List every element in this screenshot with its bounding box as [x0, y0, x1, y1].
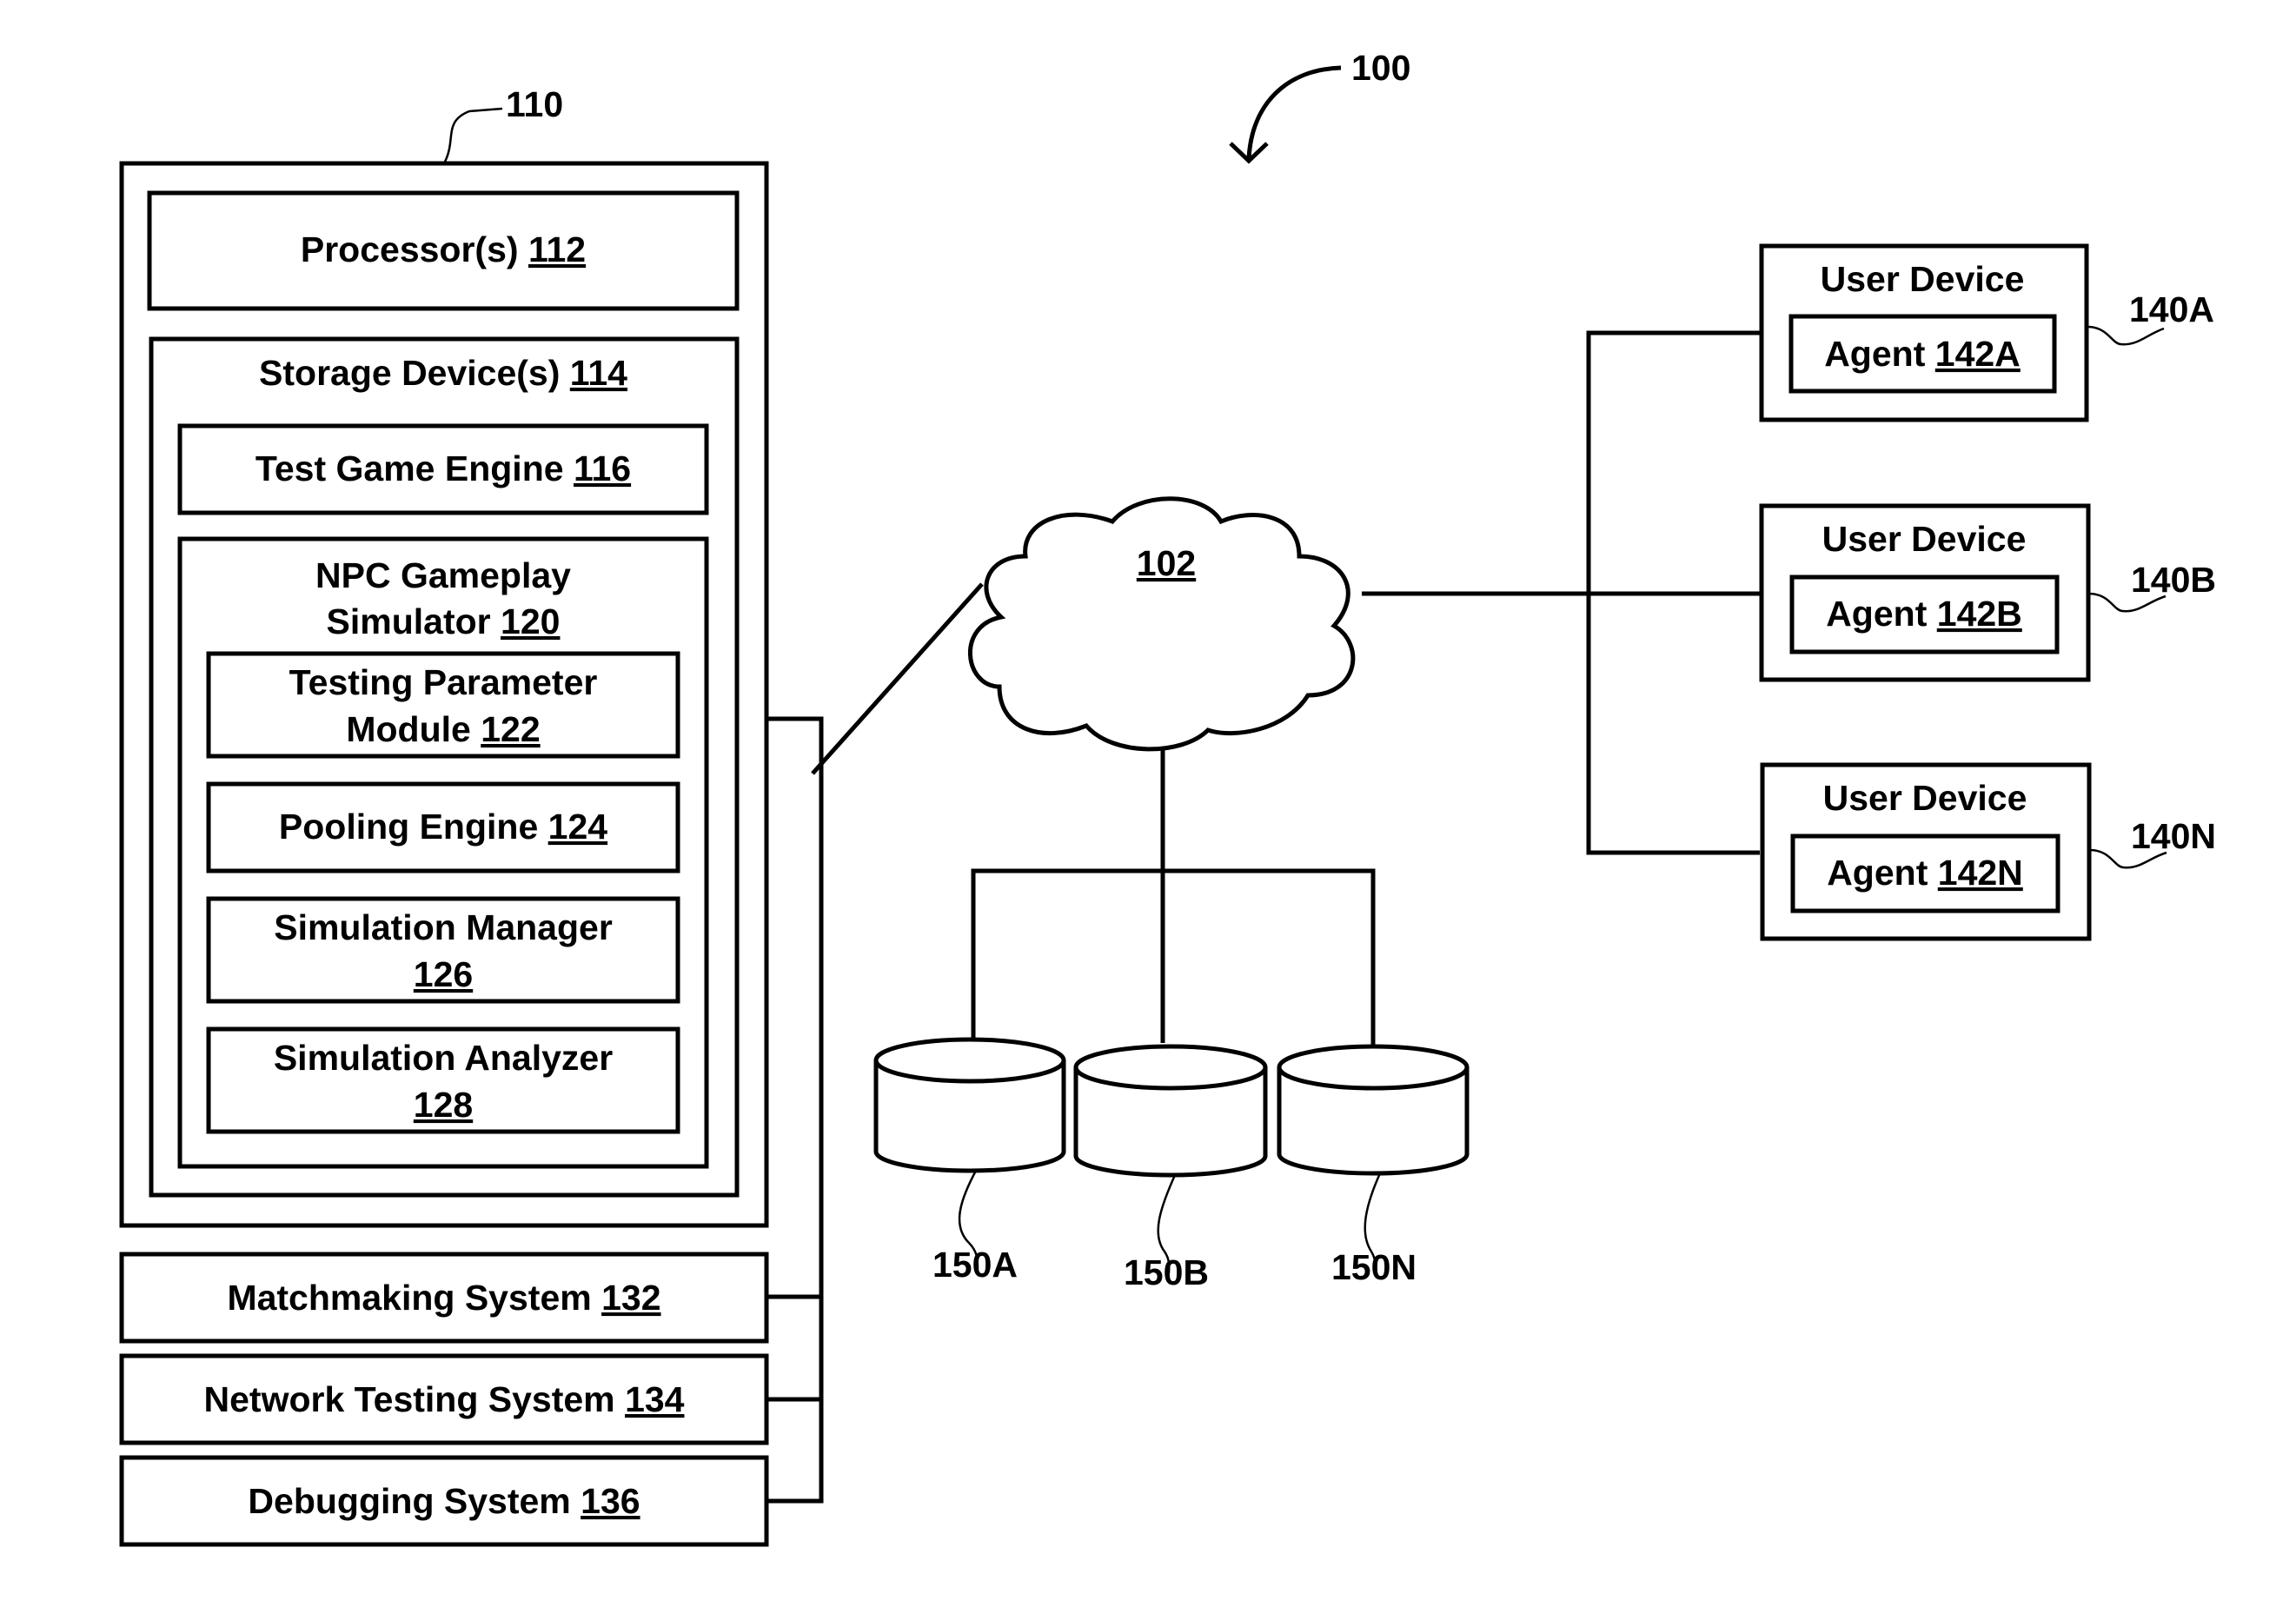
- device-ref-label: 140A: [2129, 289, 2214, 329]
- device-connections: [1362, 330, 1760, 855]
- database-top: [1073, 1044, 1268, 1091]
- device-ref-label: 140B: [2131, 560, 2216, 600]
- user-device-label: User Device: [1823, 778, 2027, 818]
- database-top: [1277, 1044, 1470, 1091]
- agent-label: Agent 142B: [1826, 594, 2022, 634]
- test-game-engine-label: Test Game Engine 116: [255, 448, 631, 488]
- pooling-engine-label: Pooling Engine 124: [279, 807, 607, 847]
- npc-simulator-label-line1: NPC Gameplay: [315, 555, 571, 595]
- server-leader-line: [443, 107, 503, 163]
- database-150n: 150N: [1277, 1044, 1470, 1287]
- server-110: 110 Processor(s) 112 Storage Device(s) 1…: [119, 84, 769, 1228]
- simulation-analyzer-ref: 128: [414, 1085, 473, 1125]
- simulation-manager-label: Simulation Manager: [274, 907, 613, 947]
- debugging-system-label: Debugging System 136: [248, 1481, 640, 1521]
- systems-group: Matchmaking System 132 Network Testing S…: [119, 1252, 769, 1547]
- agent-label: Agent 142N: [1827, 853, 2023, 893]
- network-testing-system-label: Network Testing System 134: [204, 1379, 685, 1419]
- system-diagram: 100 110 Processor(s) 112 Storage Device(…: [119, 48, 2216, 1547]
- testing-parameter-label-line1: Testing Parameter: [289, 662, 598, 702]
- testing-parameter-label-line2: Module 122: [346, 709, 540, 749]
- npc-simulator-label-line2: Simulator 120: [327, 601, 561, 641]
- database-top: [873, 1037, 1066, 1084]
- figure-ref-label: 100: [1351, 48, 1410, 88]
- device-leader-line: [2087, 325, 2165, 346]
- device-ref-label: 140N: [2131, 816, 2216, 856]
- user-device-140a: User Device Agent 142A 140A: [1759, 243, 2214, 422]
- database-150a: 150A: [873, 1037, 1066, 1285]
- database-ref-label: 150B: [1124, 1252, 1209, 1292]
- simulation-analyzer-label: Simulation Analyzer: [274, 1038, 613, 1078]
- figure-ref-100: 100: [1229, 48, 1410, 164]
- storage-label: Storage Device(s) 114: [259, 353, 627, 393]
- database-ref-label: 150N: [1331, 1247, 1417, 1287]
- processor-label: Processor(s) 112: [301, 229, 586, 269]
- cloud-icon[interactable]: [967, 496, 1356, 752]
- user-device-label: User Device: [1822, 519, 2027, 559]
- user-device-label: User Device: [1821, 259, 2025, 299]
- user-device-140n: User Device Agent 142N 140N: [1760, 762, 2216, 941]
- database-ref-label: 150A: [932, 1245, 1018, 1285]
- simulation-manager-ref: 126: [414, 954, 473, 994]
- network-ref-label: 102: [1137, 543, 1196, 583]
- agent-label: Agent 142A: [1824, 334, 2021, 374]
- bus-to-network-link: [811, 582, 984, 775]
- matchmaking-system-label: Matchmaking System 132: [227, 1278, 660, 1318]
- network-cloud-102: 102: [967, 496, 1356, 752]
- database-150b: 150B: [1073, 1044, 1268, 1292]
- server-ref-label: 110: [506, 84, 563, 124]
- user-device-140b: User Device Agent 142B 140B: [1759, 503, 2216, 682]
- bus-line: [766, 716, 824, 1504]
